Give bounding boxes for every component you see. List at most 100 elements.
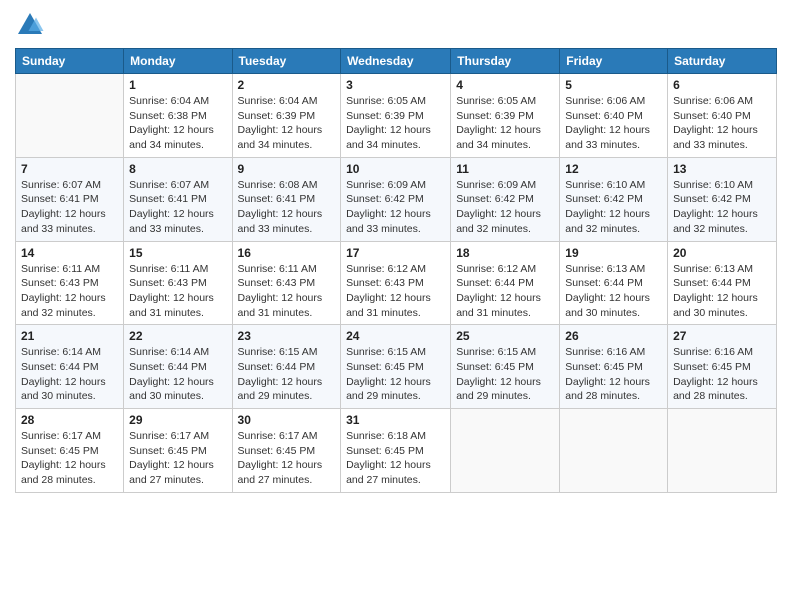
calendar-day-header: Wednesday [341, 49, 451, 74]
day-info: Sunrise: 6:11 AMSunset: 6:43 PMDaylight:… [238, 262, 336, 321]
calendar-header-row: SundayMondayTuesdayWednesdayThursdayFrid… [16, 49, 777, 74]
day-info: Sunrise: 6:17 AMSunset: 6:45 PMDaylight:… [21, 429, 118, 488]
day-number: 4 [456, 78, 554, 92]
day-info: Sunrise: 6:15 AMSunset: 6:45 PMDaylight:… [456, 345, 554, 404]
calendar-cell: 27Sunrise: 6:16 AMSunset: 6:45 PMDayligh… [668, 325, 777, 409]
calendar-cell: 17 Sunrise: 6:12 AMSunset: 6:43 PMDayligh… [341, 241, 451, 325]
day-info: Sunrise: 6:18 AMSunset: 6:45 PMDaylight:… [346, 429, 445, 488]
day-number: 24 [346, 329, 445, 343]
calendar-cell [560, 409, 668, 493]
day-number: 19 [565, 246, 662, 260]
day-info: Sunrise: 6:14 AMSunset: 6:44 PMDaylight:… [129, 345, 226, 404]
day-number: 21 [21, 329, 118, 343]
day-number: 29 [129, 413, 226, 427]
day-info: Sunrise: 6:10 AMSunset: 6:42 PMDaylight:… [565, 178, 662, 237]
calendar-cell: 3Sunrise: 6:05 AMSunset: 6:39 PMDaylight… [341, 74, 451, 158]
day-info: Sunrise: 6:15 AMSunset: 6:45 PMDaylight:… [346, 345, 445, 404]
day-number: 26 [565, 329, 662, 343]
day-info: Sunrise: 6:05 AMSunset: 6:39 PMDaylight:… [346, 94, 445, 153]
day-info: Sunrise: 6:16 AMSunset: 6:45 PMDaylight:… [565, 345, 662, 404]
day-info: Sunrise: 6:12 AMSunset: 6:44 PMDaylight:… [456, 262, 554, 321]
day-number: 30 [238, 413, 336, 427]
calendar-cell: 5 Sunrise: 6:06 AMSunset: 6:40 PMDaylight… [560, 74, 668, 158]
calendar-cell: 24 Sunrise: 6:15 AMSunset: 6:45 PMDayligh… [341, 325, 451, 409]
calendar-cell: 20Sunrise: 6:13 AMSunset: 6:44 PMDayligh… [668, 241, 777, 325]
calendar-cell: 25 Sunrise: 6:15 AMSunset: 6:45 PMDayligh… [451, 325, 560, 409]
day-number: 17 [346, 246, 445, 260]
day-number: 14 [21, 246, 118, 260]
day-number: 23 [238, 329, 336, 343]
calendar-cell: 13 Sunrise: 6:10 AMSunset: 6:42 PMDayligh… [668, 157, 777, 241]
calendar-day-header: Monday [124, 49, 232, 74]
day-info: Sunrise: 6:04 AMSunset: 6:39 PMDaylight:… [238, 94, 336, 153]
calendar-week-row: 28 Sunrise: 6:17 AMSunset: 6:45 PMDayligh… [16, 409, 777, 493]
calendar-cell: 31 Sunrise: 6:18 AMSunset: 6:45 PMDayligh… [341, 409, 451, 493]
day-number: 10 [346, 162, 445, 176]
calendar-week-row: 21 Sunrise: 6:14 AMSunset: 6:44 PMDayligh… [16, 325, 777, 409]
day-info: Sunrise: 6:12 AMSunset: 6:43 PMDaylight:… [346, 262, 445, 321]
calendar-cell: 9Sunrise: 6:08 AMSunset: 6:41 PMDaylight… [232, 157, 341, 241]
calendar-cell: 28 Sunrise: 6:17 AMSunset: 6:45 PMDayligh… [16, 409, 124, 493]
calendar-cell: 4 Sunrise: 6:05 AMSunset: 6:39 PMDaylight… [451, 74, 560, 158]
day-number: 27 [673, 329, 771, 343]
calendar-cell: 21 Sunrise: 6:14 AMSunset: 6:44 PMDayligh… [16, 325, 124, 409]
day-number: 16 [238, 246, 336, 260]
calendar-cell: 12 Sunrise: 6:10 AMSunset: 6:42 PMDayligh… [560, 157, 668, 241]
day-info: Sunrise: 6:09 AMSunset: 6:42 PMDaylight:… [456, 178, 554, 237]
day-info: Sunrise: 6:05 AMSunset: 6:39 PMDaylight:… [456, 94, 554, 153]
calendar-cell: 16 Sunrise: 6:11 AMSunset: 6:43 PMDayligh… [232, 241, 341, 325]
day-number: 5 [565, 78, 662, 92]
day-number: 22 [129, 329, 226, 343]
day-info: Sunrise: 6:06 AMSunset: 6:40 PMDaylight:… [565, 94, 662, 153]
page-container: SundayMondayTuesdayWednesdayThursdayFrid… [0, 0, 792, 503]
day-number: 6 [673, 78, 771, 92]
calendar-week-row: 1Sunrise: 6:04 AMSunset: 6:38 PMDaylight… [16, 74, 777, 158]
day-info: Sunrise: 6:11 AMSunset: 6:43 PMDaylight:… [21, 262, 118, 321]
calendar-cell: 2Sunrise: 6:04 AMSunset: 6:39 PMDaylight… [232, 74, 341, 158]
calendar-cell: 18 Sunrise: 6:12 AMSunset: 6:44 PMDayligh… [451, 241, 560, 325]
day-number: 31 [346, 413, 445, 427]
day-info: Sunrise: 6:07 AMSunset: 6:41 PMDaylight:… [21, 178, 118, 237]
calendar-cell: 7 Sunrise: 6:07 AMSunset: 6:41 PMDaylight… [16, 157, 124, 241]
day-info: Sunrise: 6:13 AMSunset: 6:44 PMDaylight:… [565, 262, 662, 321]
calendar-week-row: 7 Sunrise: 6:07 AMSunset: 6:41 PMDaylight… [16, 157, 777, 241]
day-number: 28 [21, 413, 118, 427]
calendar-day-header: Sunday [16, 49, 124, 74]
calendar-cell: 15Sunrise: 6:11 AMSunset: 6:43 PMDayligh… [124, 241, 232, 325]
calendar-cell: 30 Sunrise: 6:17 AMSunset: 6:45 PMDayligh… [232, 409, 341, 493]
calendar-cell: 10 Sunrise: 6:09 AMSunset: 6:42 PMDayligh… [341, 157, 451, 241]
day-number: 20 [673, 246, 771, 260]
day-info: Sunrise: 6:10 AMSunset: 6:42 PMDaylight:… [673, 178, 771, 237]
day-number: 15 [129, 246, 226, 260]
day-info: Sunrise: 6:14 AMSunset: 6:44 PMDaylight:… [21, 345, 118, 404]
day-number: 25 [456, 329, 554, 343]
day-number: 12 [565, 162, 662, 176]
calendar-cell: 22 Sunrise: 6:14 AMSunset: 6:44 PMDayligh… [124, 325, 232, 409]
day-info: Sunrise: 6:06 AMSunset: 6:40 PMDaylight:… [673, 94, 771, 153]
header [15, 10, 777, 40]
day-number: 7 [21, 162, 118, 176]
calendar-cell: 19 Sunrise: 6:13 AMSunset: 6:44 PMDayligh… [560, 241, 668, 325]
day-info: Sunrise: 6:17 AMSunset: 6:45 PMDaylight:… [129, 429, 226, 488]
calendar-cell: 6 Sunrise: 6:06 AMSunset: 6:40 PMDaylight… [668, 74, 777, 158]
day-info: Sunrise: 6:07 AMSunset: 6:41 PMDaylight:… [129, 178, 226, 237]
logo [15, 10, 49, 40]
day-info: Sunrise: 6:08 AMSunset: 6:41 PMDaylight:… [238, 178, 336, 237]
calendar-week-row: 14 Sunrise: 6:11 AMSunset: 6:43 PMDayligh… [16, 241, 777, 325]
day-info: Sunrise: 6:09 AMSunset: 6:42 PMDaylight:… [346, 178, 445, 237]
day-info: Sunrise: 6:15 AMSunset: 6:44 PMDaylight:… [238, 345, 336, 404]
calendar-cell: 26 Sunrise: 6:16 AMSunset: 6:45 PMDayligh… [560, 325, 668, 409]
calendar-cell: 1Sunrise: 6:04 AMSunset: 6:38 PMDaylight… [124, 74, 232, 158]
day-number: 11 [456, 162, 554, 176]
day-number: 18 [456, 246, 554, 260]
calendar-cell: 23 Sunrise: 6:15 AMSunset: 6:44 PMDayligh… [232, 325, 341, 409]
calendar-cell [16, 74, 124, 158]
calendar-cell: 8Sunrise: 6:07 AMSunset: 6:41 PMDaylight… [124, 157, 232, 241]
day-number: 13 [673, 162, 771, 176]
calendar-day-header: Saturday [668, 49, 777, 74]
calendar-cell [668, 409, 777, 493]
calendar-day-header: Thursday [451, 49, 560, 74]
day-info: Sunrise: 6:17 AMSunset: 6:45 PMDaylight:… [238, 429, 336, 488]
calendar-cell: 11 Sunrise: 6:09 AMSunset: 6:42 PMDayligh… [451, 157, 560, 241]
calendar-cell: 29 Sunrise: 6:17 AMSunset: 6:45 PMDayligh… [124, 409, 232, 493]
